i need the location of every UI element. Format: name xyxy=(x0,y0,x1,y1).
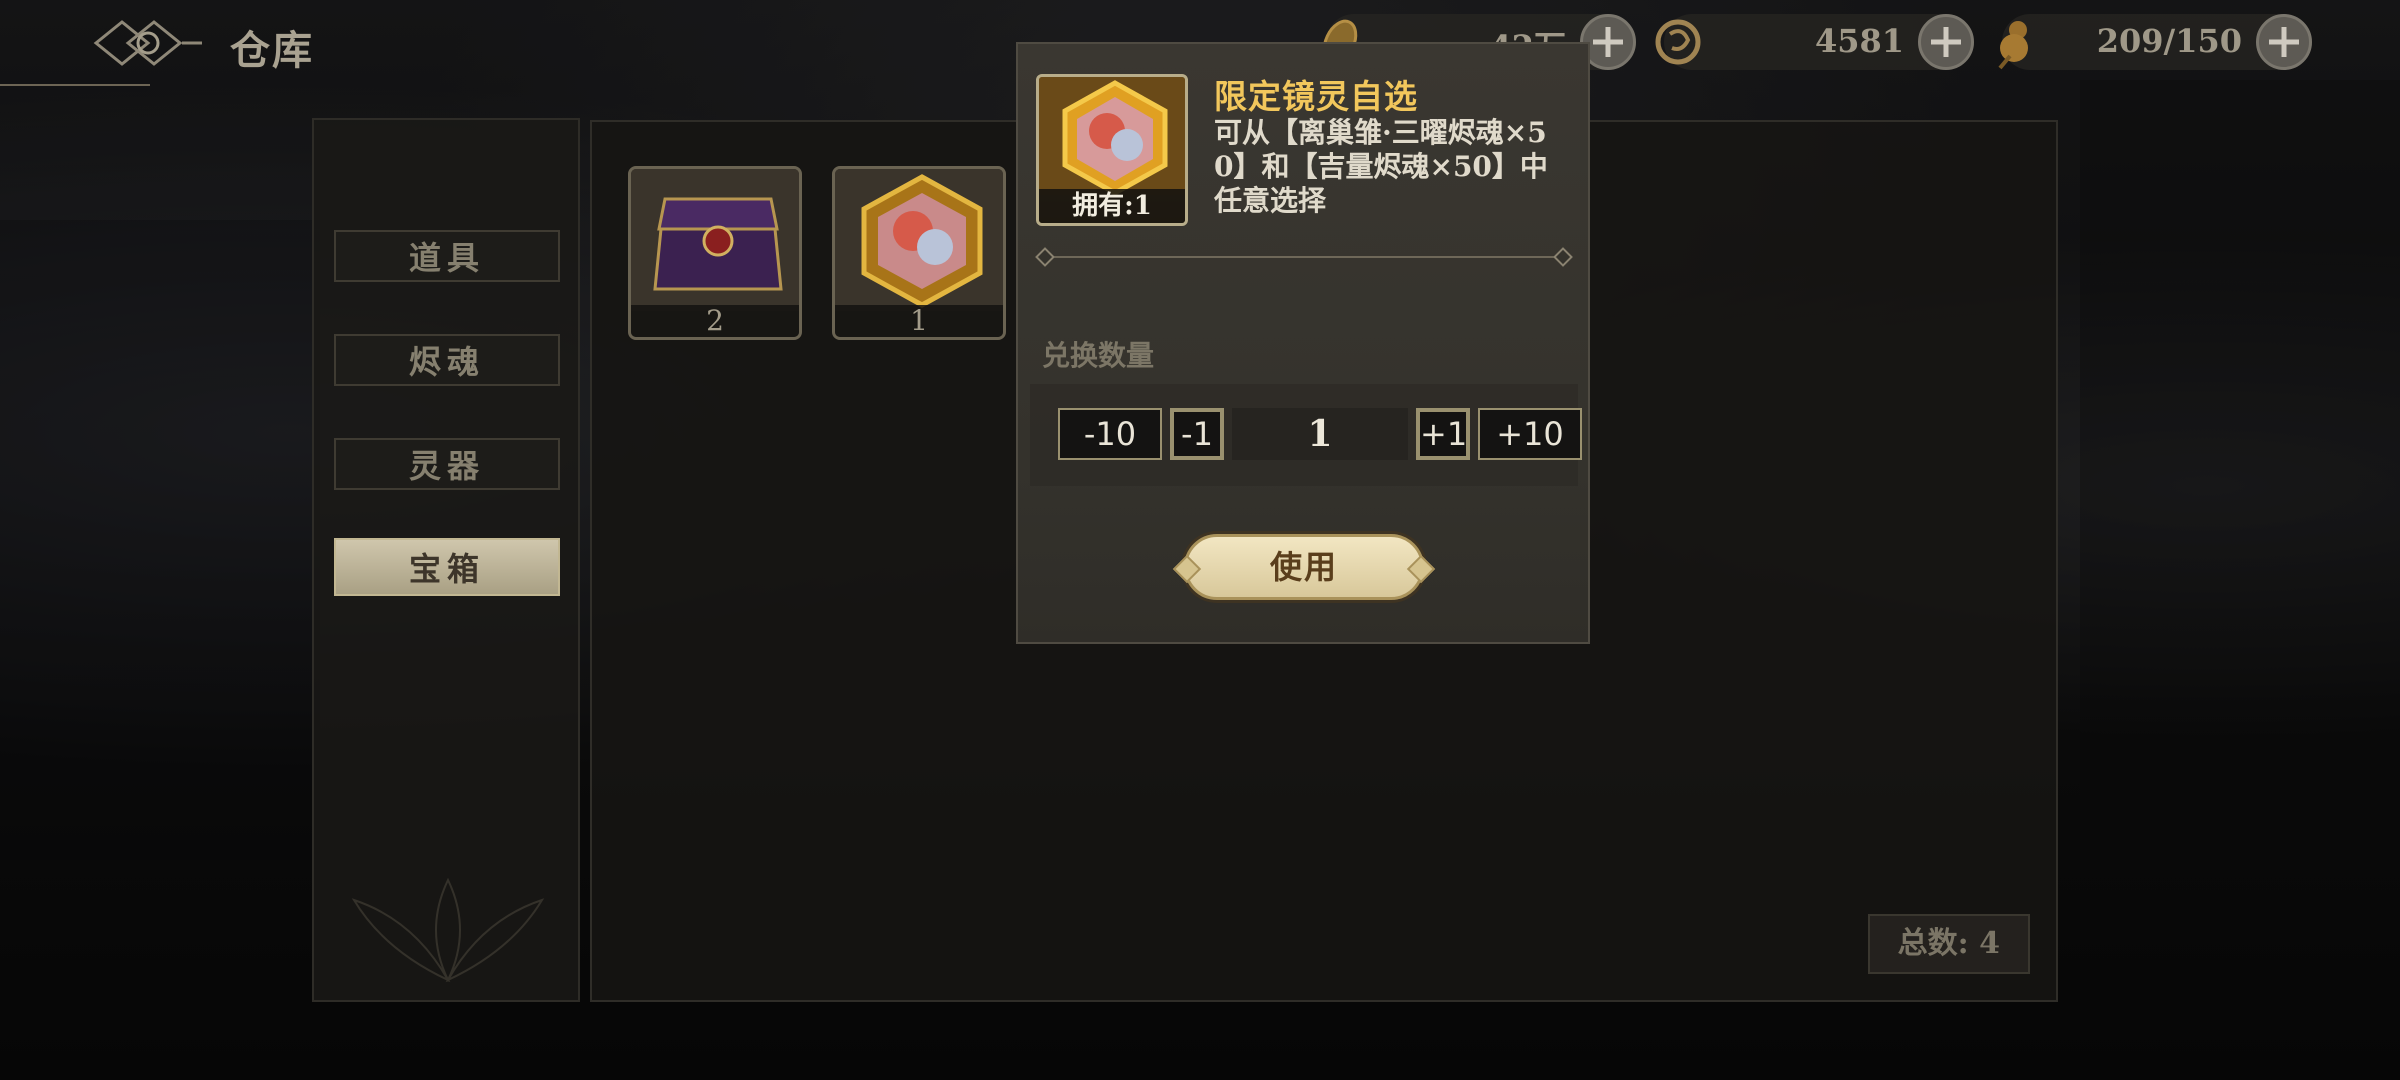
category-tab-artifacts[interactable]: 灵器 xyxy=(334,438,560,490)
item-use-popup: 拥有:1 限定镜灵自选 可从【离巢雏·三曜烬魂×50】和【吉量烬魂×50】中任意… xyxy=(1016,42,1590,644)
gourd-amount: 209/150 xyxy=(2096,22,2242,60)
category-sidebar: 道具 烬魂 灵器 宝箱 xyxy=(312,118,580,1002)
item-count: 2 xyxy=(631,305,799,337)
quantity-value[interactable]: 1 xyxy=(1232,408,1408,460)
dragon-token-amount: 4581 xyxy=(1814,22,1904,60)
popup-item-description: 可从【离巢雏·三曜烬魂×50】和【吉量烬魂×50】中任意选择 xyxy=(1214,116,1548,217)
inventory-item-chest[interactable]: 2 xyxy=(628,166,802,340)
minus-1-button[interactable]: -1 xyxy=(1170,408,1224,460)
lotus-ornament-icon xyxy=(351,877,545,983)
category-tab-souls[interactable]: 烬魂 xyxy=(334,334,560,386)
owned-count-label: 拥有:1 xyxy=(1039,189,1185,223)
quantity-stepper: -10 -1 1 +1 +10 xyxy=(1030,384,1582,486)
plus-10-button[interactable]: +10 xyxy=(1478,408,1582,460)
inventory-item-mirror-spirit[interactable]: 1 xyxy=(832,166,1006,340)
add-gourd-button[interactable] xyxy=(2256,14,2312,70)
resource-gourd: 209/150 xyxy=(1998,14,2312,70)
minus-10-button[interactable]: -10 xyxy=(1058,408,1162,460)
total-count-badge: 总数: 4 xyxy=(1867,914,2030,974)
emblem-icon xyxy=(93,20,202,66)
plus-1-button[interactable]: +1 xyxy=(1416,408,1470,460)
dragon-token-icon xyxy=(1655,19,1701,65)
mirror-spirit-portrait-icon xyxy=(1039,77,1185,196)
popup-item-icon-frame: 拥有:1 xyxy=(1036,74,1188,226)
popup-item-title: 限定镜灵自选 xyxy=(1214,77,1418,116)
mirror-spirit-portrait-icon xyxy=(835,169,1003,311)
title-underline xyxy=(0,84,150,86)
quantity-label: 兑换数量 xyxy=(1042,339,1155,372)
popup-divider xyxy=(1044,256,1564,258)
use-button[interactable]: 使用 xyxy=(1184,534,1424,600)
add-dragon-token-button[interactable] xyxy=(1918,14,1974,70)
page-title: 仓库 xyxy=(230,27,314,74)
category-tab-chests[interactable]: 宝箱 xyxy=(334,538,560,596)
category-tab-items[interactable]: 道具 xyxy=(334,230,560,282)
gourd-icon xyxy=(1998,21,2028,70)
resource-dragon-token: 4581 xyxy=(1655,14,1974,70)
item-count: 1 xyxy=(835,305,1003,337)
treasure-chest-icon xyxy=(631,169,799,311)
